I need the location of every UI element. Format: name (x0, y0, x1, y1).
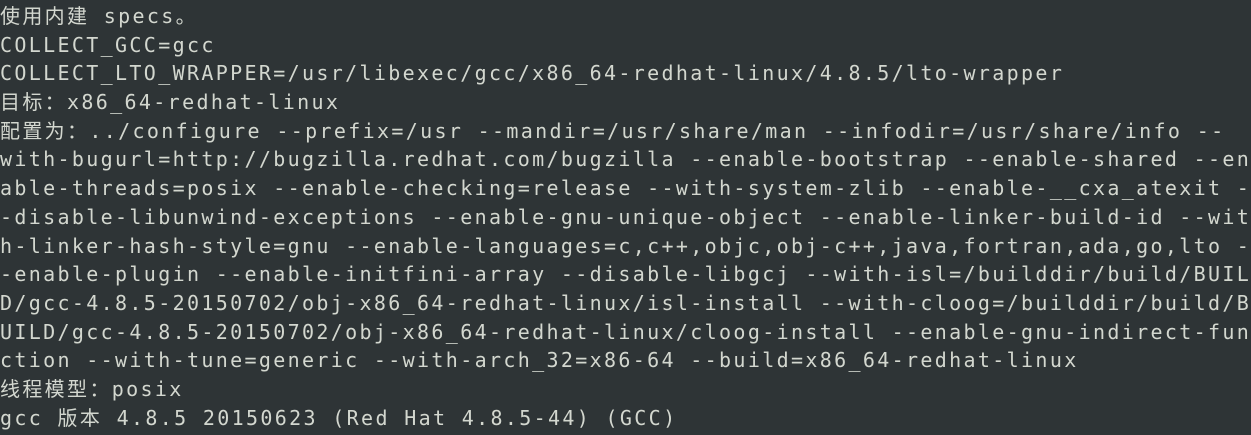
terminal-line-configure: 配置为：../configure --prefix=/usr --mandir=… (0, 118, 1226, 143)
terminal-line-configure-cont: -disable-libunwind-exceptions --enable-g… (0, 204, 1251, 229)
terminal-line-configure-cont: with-bugurl=http://bugzilla.redhat.com/b… (0, 147, 1251, 172)
terminal-line-configure-cont: UILD/gcc-4.8.5-20150702/obj-x86_64-redha… (0, 319, 1251, 344)
terminal-line-specs: 使用内建 specs。 (0, 4, 198, 28)
terminal-line-configure-cont: able-threads=posix --enable-checking=rel… (0, 176, 1251, 201)
terminal-line-configure-cont: h-linker-hash-style=gnu --enable-languag… (0, 233, 1251, 258)
terminal-output[interactable]: 使用内建 specs。 COLLECT_GCC=gcc COLLECT_LTO_… (0, 0, 1251, 435)
terminal-line-gcc-version: gcc 版本 4.8.5 20150623 (Red Hat 4.8.5-44)… (0, 405, 678, 430)
terminal-line-target: 目标：x86_64-redhat-linux (0, 90, 341, 115)
terminal-line-collect-gcc: COLLECT_GCC=gcc (0, 32, 216, 57)
terminal-line-configure-cont: D/gcc-4.8.5-20150702/obj-x86_64-redhat-l… (0, 290, 1251, 315)
terminal-line-lto-wrapper: COLLECT_LTO_WRAPPER=/usr/libexec/gcc/x86… (0, 61, 1065, 86)
terminal-line-configure-cont: ction --with-tune=generic --with-arch_32… (0, 348, 1079, 373)
terminal-line-thread-model: 线程模型：posix (0, 376, 184, 401)
terminal-line-configure-cont: -enable-plugin --enable-initfini-array -… (0, 262, 1251, 287)
